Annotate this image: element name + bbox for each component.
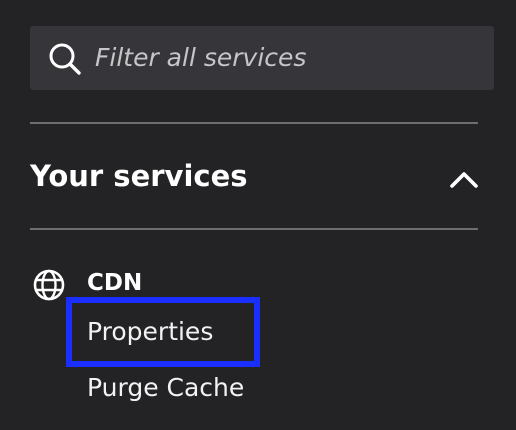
properties-link[interactable]: Properties — [87, 312, 213, 352]
section-title: Your services — [30, 159, 248, 193]
search-placeholder: Filter all services — [95, 43, 307, 72]
search-input[interactable]: Filter all services — [30, 26, 494, 90]
chevron-up-icon[interactable] — [448, 168, 480, 190]
globe-icon — [32, 268, 66, 302]
your-services-section-toggle[interactable]: Your services — [30, 124, 480, 228]
purge-cache-link[interactable]: Purge Cache — [87, 368, 244, 408]
divider — [30, 228, 478, 230]
search-icon — [48, 42, 82, 76]
cdn-group-label: CDN — [87, 270, 143, 296]
